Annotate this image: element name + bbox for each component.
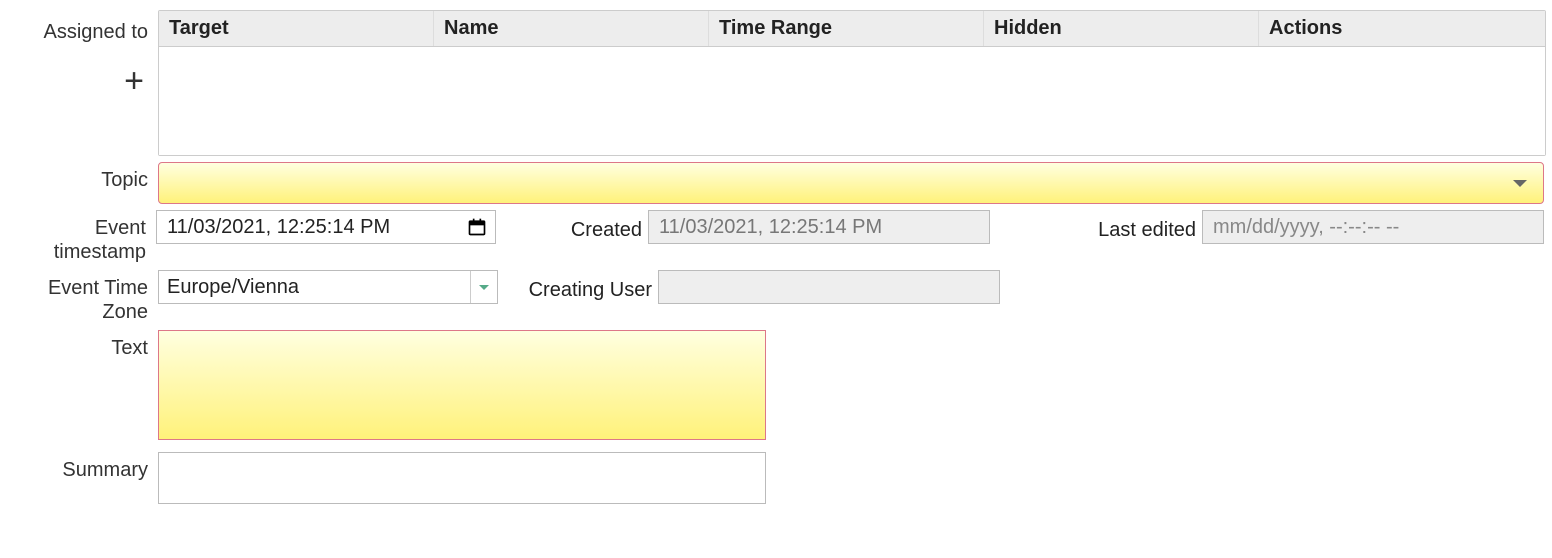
creating-user-label: Creating User: [504, 273, 652, 302]
add-assigned-button[interactable]: +: [8, 64, 148, 98]
text-input[interactable]: [158, 330, 766, 440]
event-timestamp-label: Event timestamp: [8, 210, 156, 264]
topic-select[interactable]: [158, 162, 1544, 204]
event-timestamp-input-wrap: [156, 210, 496, 244]
creating-user-input: [667, 275, 991, 300]
topic-label: Topic: [8, 162, 158, 192]
col-name[interactable]: Name: [434, 11, 709, 46]
created-field: [648, 210, 990, 244]
assigned-table: Target Name Time Range Hidden Actions: [158, 10, 1546, 156]
event-timezone-label: Event Time Zone: [8, 270, 158, 324]
col-hidden[interactable]: Hidden: [984, 11, 1259, 46]
col-actions[interactable]: Actions: [1259, 11, 1545, 46]
last-edited-field: [1202, 210, 1544, 244]
last-edited-label: Last edited: [996, 213, 1196, 242]
assigned-table-body[interactable]: [159, 47, 1545, 155]
chevron-down-icon: [1513, 180, 1527, 187]
assigned-table-header: Target Name Time Range Hidden Actions: [159, 11, 1545, 47]
text-label: Text: [8, 330, 158, 360]
assigned-to-label: Assigned to +: [8, 10, 158, 98]
event-timestamp-input[interactable]: [165, 215, 467, 240]
timezone-value: Europe/Vienna: [159, 276, 470, 299]
creating-user-field: [658, 270, 1000, 304]
created-label: Created: [502, 213, 642, 242]
last-edited-input: [1211, 215, 1535, 240]
col-time-range[interactable]: Time Range: [709, 11, 984, 46]
summary-input[interactable]: [158, 452, 766, 504]
timezone-select[interactable]: Europe/Vienna: [158, 270, 498, 304]
created-input: [657, 215, 981, 240]
chevron-down-icon: [479, 285, 489, 290]
timezone-dropdown-button[interactable]: [470, 271, 497, 303]
summary-label: Summary: [8, 452, 158, 482]
col-target[interactable]: Target: [159, 11, 434, 46]
calendar-icon[interactable]: [467, 217, 487, 237]
